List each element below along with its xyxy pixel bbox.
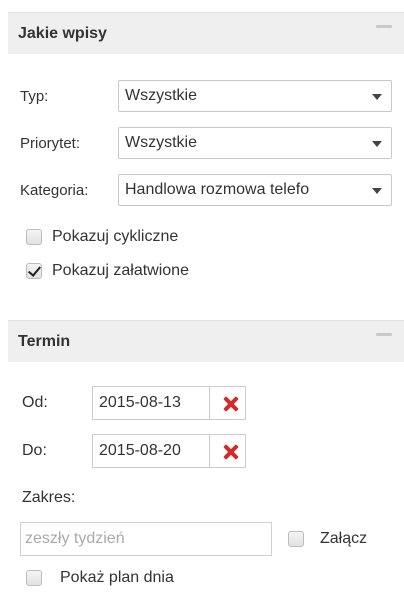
term-section-title: Termin	[18, 332, 71, 350]
show-done-checkbox[interactable]	[26, 263, 42, 279]
priority-label: Priorytet:	[20, 134, 81, 152]
attach-checkbox[interactable]	[288, 531, 304, 547]
chevron-down-icon	[372, 94, 382, 100]
date-from-row: Od: 2015-08-13	[22, 386, 246, 420]
clear-x-icon	[223, 396, 239, 412]
term-section-header[interactable]: Termin	[8, 320, 404, 362]
date-from-input[interactable]: 2015-08-13	[92, 386, 210, 420]
type-select[interactable]: Wszystkie	[118, 80, 392, 112]
category-label: Kategoria:	[20, 181, 89, 199]
category-select-value: Handlowa rozmowa telefo	[125, 181, 310, 198]
show-recurring-option[interactable]: Pokazuj cykliczne	[26, 225, 178, 249]
date-to-value: 2015-08-20	[99, 442, 181, 459]
date-from-label: Od:	[22, 394, 48, 411]
show-day-plan-label: Pokaż plan dnia	[60, 569, 174, 586]
show-day-plan-checkbox[interactable]	[26, 570, 42, 586]
date-from-value: 2015-08-13	[99, 394, 181, 411]
attach-option[interactable]: Załącz	[288, 527, 367, 551]
range-input[interactable]	[25, 530, 271, 548]
category-row: Kategoria: Handlowa rozmowa telefo	[20, 174, 392, 206]
date-to-row: Do: 2015-08-20	[22, 434, 246, 468]
range-label: Zakres:	[22, 489, 76, 506]
chevron-down-icon	[372, 141, 382, 147]
entries-section-title: Jakie wpisy	[18, 24, 107, 42]
date-from-clear-button[interactable]	[210, 386, 246, 420]
range-input-wrapper	[20, 522, 272, 556]
show-done-label: Pokazuj załatwione	[52, 262, 189, 279]
priority-select[interactable]: Wszystkie	[118, 127, 392, 159]
collapse-icon[interactable]	[376, 333, 392, 336]
date-to-input[interactable]: 2015-08-20	[92, 434, 210, 468]
category-select[interactable]: Handlowa rozmowa telefo	[118, 174, 392, 206]
clear-x-icon	[223, 444, 239, 460]
date-to-label: Do:	[22, 442, 47, 459]
entries-section-header[interactable]: Jakie wpisy	[8, 12, 404, 54]
show-day-plan-option[interactable]: Pokaż plan dnia	[26, 566, 174, 590]
chevron-down-icon	[372, 188, 382, 194]
priority-select-value: Wszystkie	[125, 134, 197, 151]
collapse-icon[interactable]	[376, 25, 392, 28]
type-select-value: Wszystkie	[125, 87, 197, 104]
attach-label: Załącz	[320, 530, 368, 547]
priority-row: Priorytet: Wszystkie	[20, 127, 392, 159]
show-recurring-checkbox[interactable]	[26, 229, 42, 245]
show-recurring-label: Pokazuj cykliczne	[52, 228, 179, 245]
type-label: Typ:	[20, 87, 49, 105]
show-done-option[interactable]: Pokazuj załatwione	[26, 259, 189, 283]
date-to-clear-button[interactable]	[210, 434, 246, 468]
type-row: Typ: Wszystkie	[20, 80, 392, 112]
